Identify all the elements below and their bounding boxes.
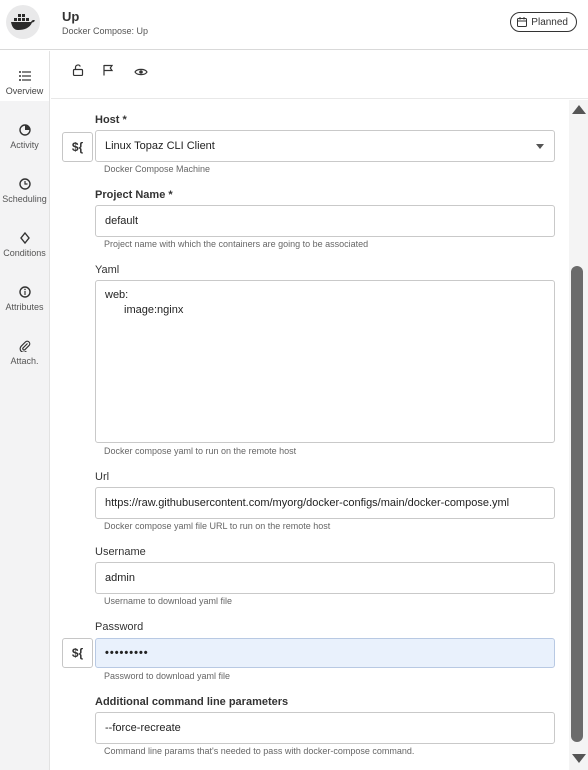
sidebar-item-label: Activity — [10, 140, 39, 150]
sidebar-item-label: Attach. — [10, 356, 39, 366]
additional-params-help: Command line params that's needed to pas… — [104, 746, 415, 756]
status-badge[interactable]: Planned — [510, 12, 577, 32]
host-label: Host * — [95, 114, 127, 126]
sidebar-item-attachments[interactable]: Attach. — [0, 321, 49, 371]
password-variable-button[interactable]: ${ — [62, 638, 93, 668]
sidebar-item-label: Conditions — [3, 248, 46, 258]
unlock-icon[interactable] — [71, 63, 85, 77]
username-label: Username — [95, 546, 146, 558]
url-help: Docker compose yaml file URL to run on t… — [104, 521, 331, 531]
sidebar-item-label: Scheduling — [2, 194, 47, 204]
project-name-input[interactable]: default — [95, 205, 555, 237]
sidebar-item-activity[interactable]: Activity — [0, 105, 49, 155]
host-select-value: Linux Topaz CLI Client — [105, 140, 215, 152]
additional-params-value: --force-recreate — [105, 722, 181, 734]
sidebar-item-label: Attributes — [5, 302, 44, 312]
list-icon — [18, 69, 32, 83]
sidebar-item-scheduling[interactable]: Scheduling — [0, 159, 49, 209]
username-help: Username to download yaml file — [104, 596, 233, 606]
scroll-down-icon[interactable] — [572, 754, 586, 763]
page-title: Up — [62, 9, 80, 24]
page-subtitle: Docker Compose: Up — [62, 26, 149, 36]
project-name-label: Project Name * — [95, 189, 173, 201]
scrollbar[interactable] — [569, 100, 588, 770]
yaml-line: web: — [105, 289, 129, 301]
password-value: ••••••••• — [105, 647, 149, 659]
scroll-up-icon[interactable] — [572, 105, 586, 114]
sidebar: Overview Activity Scheduling Conditions … — [0, 51, 50, 770]
chevron-down-icon — [536, 144, 544, 149]
sidebar-item-overview[interactable]: Overview — [0, 51, 49, 101]
eye-icon[interactable] — [134, 65, 148, 79]
pie-chart-icon — [18, 123, 32, 137]
yaml-line: image:nginx — [124, 304, 184, 316]
docker-whale-icon — [6, 5, 40, 39]
project-name-help: Project name with which the containers a… — [104, 239, 369, 249]
password-label: Password — [95, 621, 144, 633]
paperclip-icon — [18, 339, 32, 353]
host-variable-button[interactable]: ${ — [62, 132, 93, 162]
url-input[interactable]: https://raw.githubusercontent.com/myorg/… — [95, 487, 555, 519]
status-badge-label: Planned — [531, 16, 568, 28]
form-panel: Host * ${ Linux Topaz CLI Client Docker … — [51, 100, 588, 770]
diamond-icon — [18, 231, 32, 245]
password-input[interactable]: ••••••••• — [95, 638, 555, 668]
scrollbar-thumb[interactable] — [571, 266, 583, 742]
yaml-label: Yaml — [95, 264, 120, 276]
sidebar-item-label: Overview — [5, 86, 44, 96]
url-value: https://raw.githubusercontent.com/myorg/… — [105, 497, 510, 509]
yaml-help: Docker compose yaml to run on the remote… — [104, 446, 297, 456]
info-icon — [18, 285, 32, 299]
calendar-icon — [517, 17, 528, 27]
toolbar — [51, 51, 588, 99]
flag-icon[interactable] — [101, 63, 115, 77]
username-input[interactable]: admin — [95, 562, 555, 594]
host-help: Docker Compose Machine — [104, 164, 211, 174]
yaml-textarea[interactable]: web: image:nginx — [95, 280, 555, 443]
sidebar-item-conditions[interactable]: Conditions — [0, 213, 49, 263]
host-select[interactable]: Linux Topaz CLI Client — [95, 130, 555, 162]
additional-params-label: Additional command line parameters — [95, 696, 289, 708]
username-value: admin — [105, 572, 135, 584]
sidebar-item-attributes[interactable]: Attributes — [0, 267, 49, 317]
clock-icon — [18, 177, 32, 191]
header: Up Docker Compose: Up Planned — [0, 0, 588, 50]
additional-params-input[interactable]: --force-recreate — [95, 712, 555, 744]
project-name-value: default — [105, 215, 139, 227]
url-label: Url — [95, 471, 110, 483]
password-help: Password to download yaml file — [104, 671, 231, 681]
